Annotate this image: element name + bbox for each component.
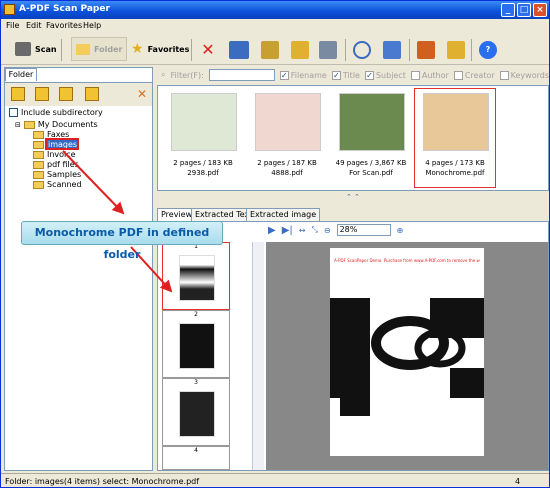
annotation-callout: Monochrome PDF in defined folder <box>21 221 223 261</box>
app-window: A-PDF Scan Paper _ □ × File Edit Favorit… <box>0 0 550 488</box>
